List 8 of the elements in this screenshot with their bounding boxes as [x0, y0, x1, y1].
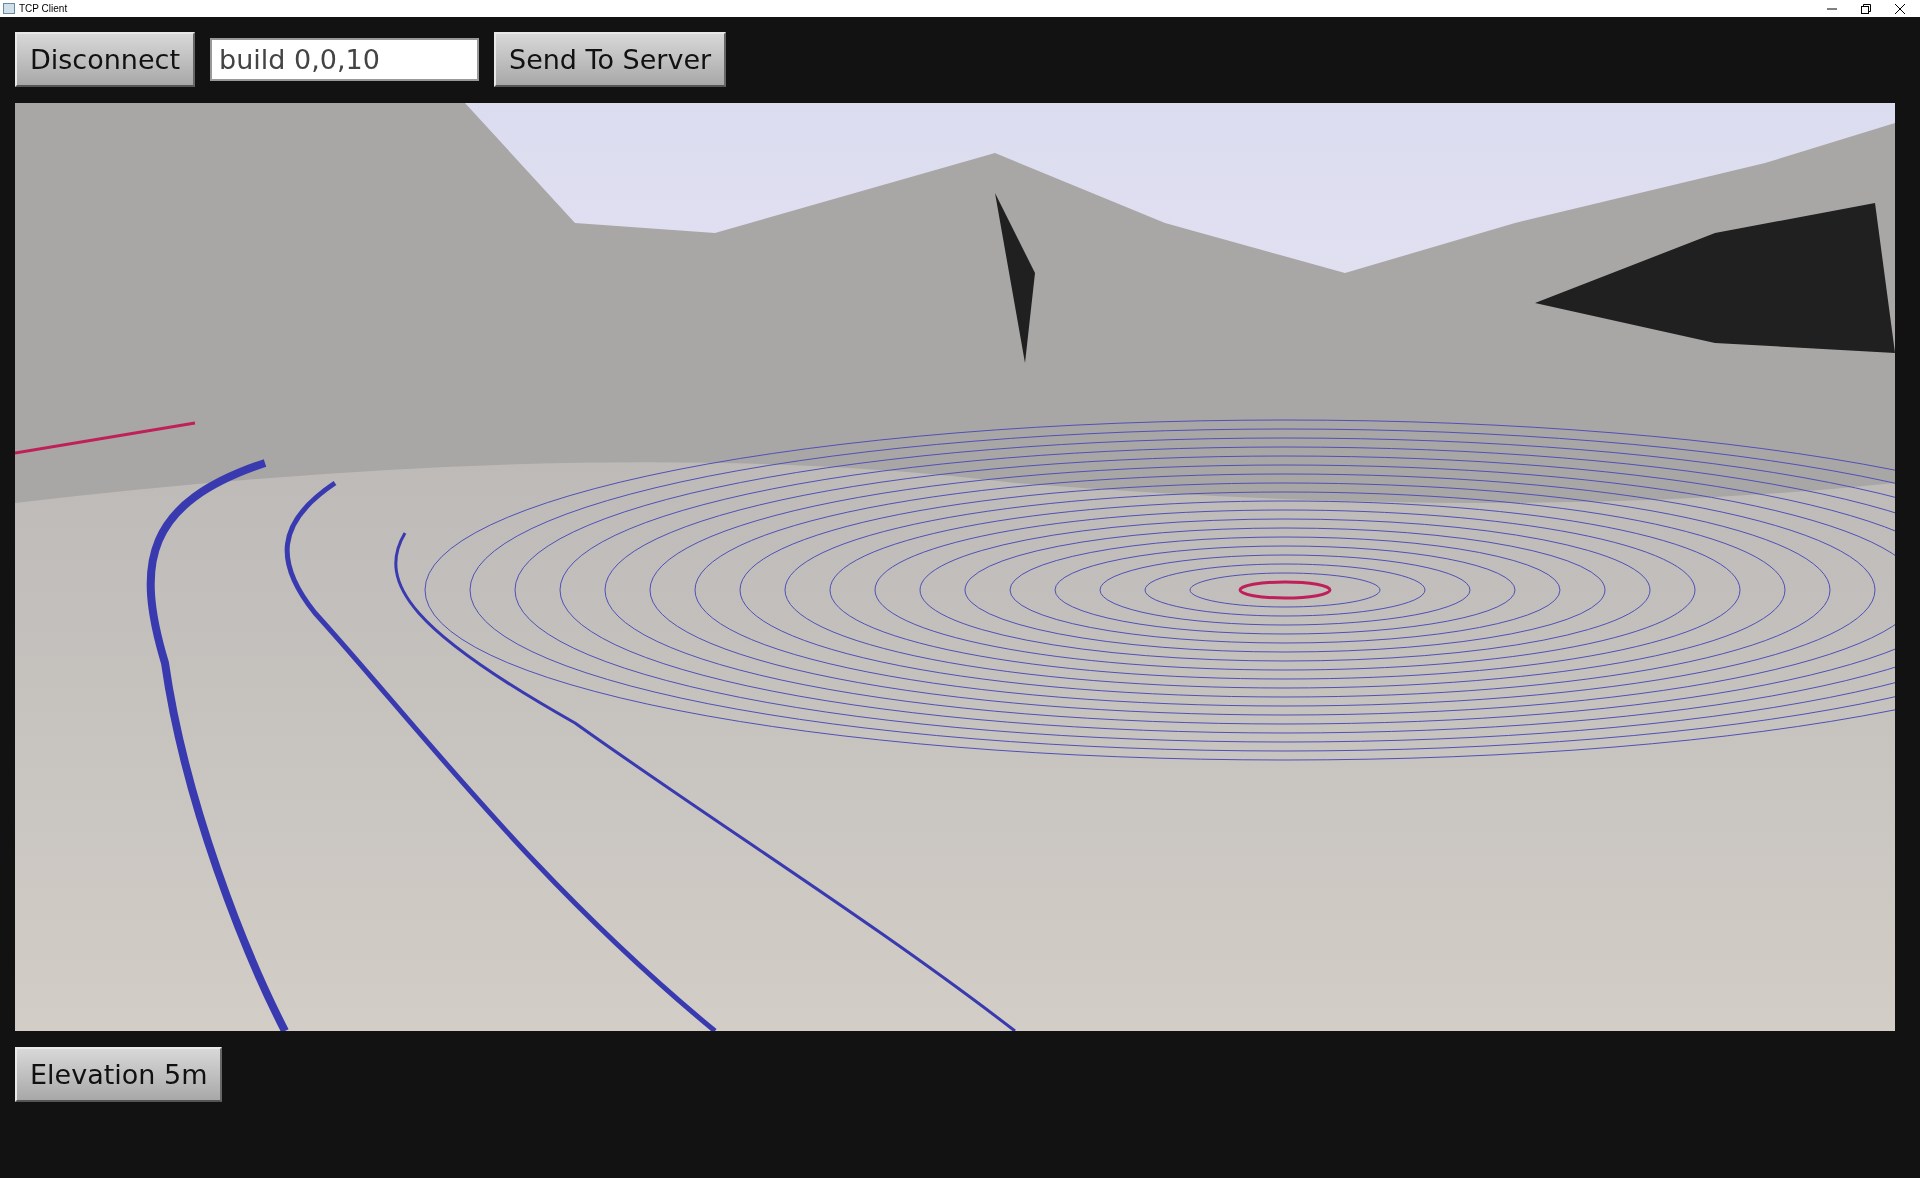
restore-icon[interactable]	[1861, 3, 1871, 14]
send-to-server-button[interactable]: Send To Server	[494, 32, 727, 87]
command-field[interactable]: build 0,0,10	[210, 38, 479, 81]
window-title: TCP Client	[19, 3, 69, 14]
app-icon	[3, 3, 15, 14]
close-icon[interactable]	[1895, 3, 1905, 14]
elevation-button[interactable]: Elevation 5m	[15, 1047, 223, 1102]
disconnect-button[interactable]: Disconnect	[15, 32, 195, 87]
